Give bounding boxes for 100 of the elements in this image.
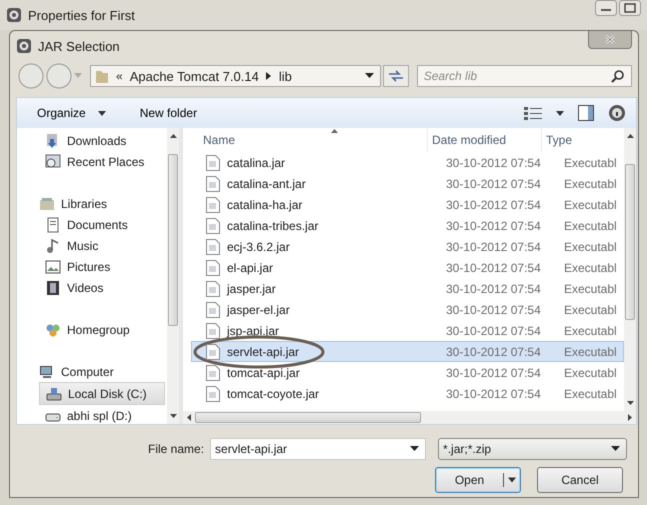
file-name: jasper.jar [227, 282, 276, 296]
disk-icon [46, 386, 62, 402]
gear-icon [6, 7, 22, 23]
view-icon[interactable] [524, 106, 542, 120]
breadcrumb[interactable]: lib [278, 68, 292, 84]
file-row[interactable]: el-api.jar 30-10-2012 07:54 Executabl [191, 257, 624, 278]
caret-icon[interactable] [556, 110, 564, 116]
column-header[interactable]: Date modified [427, 128, 541, 152]
file-row[interactable]: ecj-3.6.2.jar 30-10-2012 07:54 Executabl [191, 236, 624, 257]
sidebar-item[interactable]: Local Disk (C:) [39, 382, 165, 405]
dialog-title: JAR Selection [38, 38, 120, 54]
jar-file-icon [206, 364, 220, 380]
column-header[interactable]: Name [191, 128, 427, 152]
date-cell-text: 30-10-2012 07:54 [445, 282, 542, 296]
gear-icon [16, 38, 32, 54]
file-name: catalina-tribes.jar [227, 218, 318, 232]
selected-row[interactable]: servlet-api.jar 30-10-2012 07:54 Executabl [191, 341, 624, 362]
computer-icon [39, 364, 55, 380]
sidebar-item[interactable]: Homegroup [39, 319, 165, 340]
breadcrumb[interactable]: Apache Tomcat 7.0.14 [130, 68, 259, 84]
file-name: jsp-api.jar [227, 324, 280, 338]
file-name: servlet-api.jar [227, 344, 300, 358]
date-cell-text: 30-10-2012 07:54 [445, 260, 542, 274]
scroll-thumb[interactable] [168, 154, 178, 326]
sidebar-item[interactable]: Music [39, 235, 165, 256]
videos-icon [45, 280, 61, 296]
sidebar-item[interactable]: Videos [39, 277, 165, 298]
caret-icon [98, 110, 106, 116]
scrollbar[interactable] [624, 128, 636, 411]
date-cell-text: 30-10-2012 07:54 [445, 366, 542, 380]
sidebar-item[interactable]: Documents [39, 214, 165, 235]
file-row[interactable]: catalina-ant.jar 30-10-2012 07:54 Executabl [191, 173, 624, 194]
sidebar-item[interactable]: abhi spl (D:) [39, 405, 165, 424]
window-title: Properties for First [28, 8, 135, 22]
sort-arrow-icon [331, 129, 338, 133]
close-button[interactable] [588, 31, 632, 49]
type-cell-text: Executabl [563, 386, 618, 400]
documents-icon [45, 216, 61, 232]
scroll-thumb[interactable] [625, 164, 635, 320]
scrollbar[interactable] [183, 411, 636, 424]
minimize-icon[interactable] [595, 0, 617, 16]
down-arrow-icon [626, 401, 634, 405]
file-row[interactable]: catalina-tribes.jar 30-10-2012 07:54 Executabl [191, 215, 624, 236]
search-icon [611, 69, 625, 83]
type-cell-text: Executabl [563, 366, 618, 380]
type-cell-text: Executabl [563, 260, 618, 274]
file-row[interactable]: jasper.jar 30-10-2012 07:54 Executabl [191, 278, 624, 299]
address-bar[interactable]: « Apache Tomcat 7.0.14 lib [90, 65, 381, 87]
forward-icon[interactable] [46, 63, 72, 89]
file-row[interactable]: jasper-el.jar 30-10-2012 07:54 Executabl [191, 299, 624, 320]
file-row[interactable]: catalina-ha.jar 30-10-2012 07:54 Executabl [191, 194, 624, 215]
jar-file-icon [206, 302, 220, 318]
scrollbar[interactable] [167, 128, 179, 424]
folder-icon [95, 68, 109, 84]
jar-file-icon [206, 260, 220, 276]
date-cell-text: 30-10-2012 07:54 [445, 176, 542, 190]
maximize-icon[interactable] [619, 0, 641, 16]
sidebar-item[interactable]: Recent Places [39, 151, 165, 172]
sidebar-item[interactable]: Downloads [39, 130, 165, 151]
file-name: catalina-ant.jar [227, 176, 306, 190]
type-cell-text: Executabl [563, 302, 618, 316]
file-row[interactable]: tomcat-coyote.jar 30-10-2012 07:54 Executabl [191, 383, 624, 404]
up-arrow-icon [626, 134, 634, 138]
sidebar-item[interactable]: Computer [33, 361, 165, 382]
date-cell-text: 30-10-2012 07:54 [445, 198, 542, 212]
up-arrow-icon [170, 134, 176, 138]
jar-file-icon [206, 344, 220, 360]
file-name-field[interactable]: servlet-api.jar [210, 438, 426, 460]
toolbar-button[interactable]: New folder [134, 103, 204, 123]
date-cell-text: 30-10-2012 07:54 [445, 386, 542, 400]
sidebar-item[interactable]: Pictures [39, 256, 165, 277]
dropdown-icon[interactable] [364, 73, 374, 79]
close-icon [605, 35, 615, 44]
file-name: catalina-ha.jar [227, 198, 302, 212]
back-icon[interactable] [18, 63, 44, 89]
file-row[interactable]: jsp-api.jar 30-10-2012 07:54 Executabl [191, 320, 624, 341]
date-cell-text: 30-10-2012 07:54 [445, 344, 542, 358]
file-type-dropdown[interactable]: *.jar;*.zip [438, 438, 628, 460]
recent-icon [45, 154, 61, 170]
libraries-icon [39, 196, 55, 212]
field-label: File name: [148, 442, 204, 456]
file-name: catalina.jar [227, 156, 286, 170]
chevron-icon[interactable] [266, 72, 272, 80]
menu-button[interactable]: Organize [31, 103, 112, 123]
open-button[interactable]: Open [435, 467, 521, 493]
type-cell-text: Executabl [563, 156, 618, 170]
file-name: ecj-3.6.2.jar [227, 240, 290, 254]
jar-file-icon [206, 154, 220, 170]
right-arrow-icon [628, 414, 632, 421]
jar-file-icon [206, 386, 220, 402]
file-row[interactable]: tomcat-api.jar 30-10-2012 07:54 Executabl [191, 362, 624, 383]
type-cell-text: Executabl [563, 344, 618, 358]
file-row[interactable]: catalina.jar 30-10-2012 07:54 Executabl [191, 152, 624, 173]
preview-pane-icon[interactable] [578, 105, 594, 121]
sidebar-item[interactable]: Libraries [33, 193, 165, 214]
jar-file-icon [206, 238, 220, 254]
overflow-chevron[interactable]: « [116, 69, 123, 83]
refresh-icon[interactable] [382, 65, 409, 87]
cancel-button[interactable]: Cancel [537, 467, 623, 493]
scroll-thumb[interactable] [195, 412, 421, 423]
